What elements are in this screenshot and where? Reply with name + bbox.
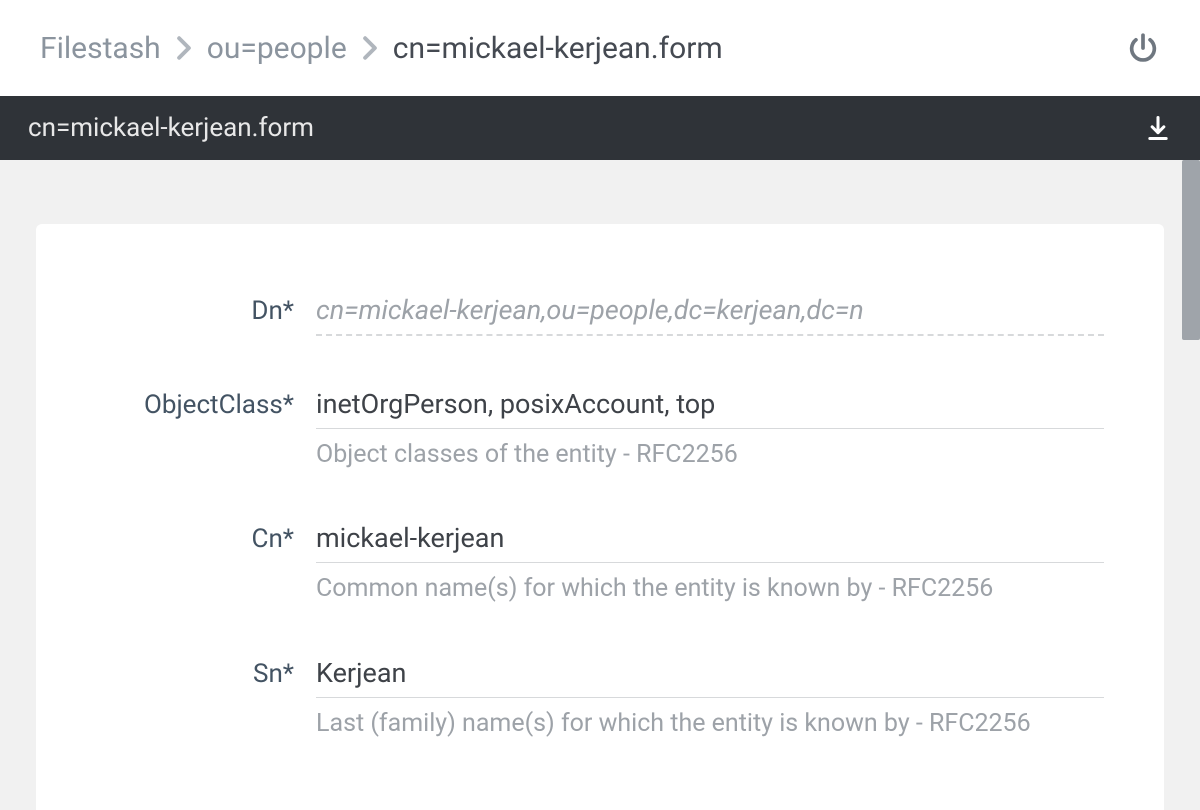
field-container: inetOrgPerson, posixAccount, top Object … <box>316 388 1104 470</box>
breadcrumb: Filestash ou=people cn=mickael-kerjean.f… <box>40 31 723 66</box>
form-card: Dn* cn=mickael-kerjean,ou=people,dc=kerj… <box>36 224 1164 810</box>
field-label: ObjectClass* <box>96 388 316 420</box>
dn-field: cn=mickael-kerjean,ou=people,dc=kerjean,… <box>316 294 1104 336</box>
breadcrumb-current: cn=mickael-kerjean.form <box>393 31 723 66</box>
field-label: Sn* <box>96 657 316 689</box>
sn-field[interactable]: Kerjean <box>316 657 1104 698</box>
breadcrumb-item-root[interactable]: Filestash <box>40 31 161 66</box>
field-container: Kerjean Last (family) name(s) for which … <box>316 657 1104 739</box>
field-container: cn=mickael-kerjean,ou=people,dc=kerjean,… <box>316 294 1104 336</box>
field-container: mickael-kerjean Common name(s) for which… <box>316 522 1104 604</box>
cn-field[interactable]: mickael-kerjean <box>316 522 1104 563</box>
objectclass-field[interactable]: inetOrgPerson, posixAccount, top <box>316 388 1104 429</box>
field-help: Last (family) name(s) for which the enti… <box>316 708 1104 739</box>
form-row-cn: Cn* mickael-kerjean Common name(s) for w… <box>96 522 1104 604</box>
download-icon[interactable] <box>1144 114 1172 142</box>
form-row-sn: Sn* Kerjean Last (family) name(s) for wh… <box>96 657 1104 739</box>
form-row-objectclass: ObjectClass* inetOrgPerson, posixAccount… <box>96 388 1104 470</box>
scrollbar-thumb[interactable] <box>1182 160 1200 340</box>
top-bar: Filestash ou=people cn=mickael-kerjean.f… <box>0 0 1200 96</box>
content-area: Dn* cn=mickael-kerjean,ou=people,dc=kerj… <box>0 160 1200 810</box>
field-label: Dn* <box>96 294 316 326</box>
file-title: cn=mickael-kerjean.form <box>28 113 314 143</box>
file-title-bar: cn=mickael-kerjean.form <box>0 96 1200 160</box>
field-help: Object classes of the entity - RFC2256 <box>316 439 1104 470</box>
power-icon[interactable] <box>1126 31 1160 65</box>
breadcrumb-item-parent[interactable]: ou=people <box>207 31 347 66</box>
form-row-dn: Dn* cn=mickael-kerjean,ou=people,dc=kerj… <box>96 294 1104 336</box>
chevron-right-icon <box>175 35 193 61</box>
field-label: Cn* <box>96 522 316 554</box>
chevron-right-icon <box>361 35 379 61</box>
field-help: Common name(s) for which the entity is k… <box>316 573 1104 604</box>
